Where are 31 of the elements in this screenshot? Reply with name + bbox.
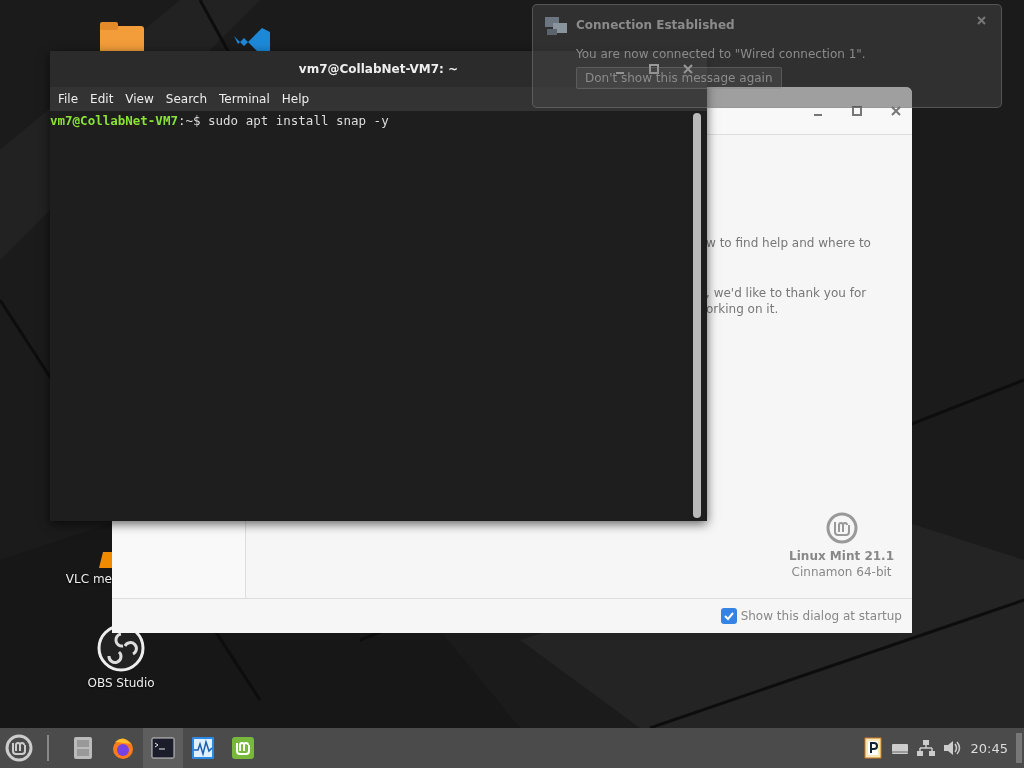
- menu-item[interactable]: Edit: [84, 92, 120, 106]
- clipboard-icon[interactable]: [862, 736, 883, 760]
- command-line: vm7@CollabNet-VM7:~$ sudo apt install snap -y: [50, 113, 390, 128]
- body-text: orking on it.: [706, 301, 779, 317]
- window-title: vm7@CollabNet-VM7: ~: [298, 62, 459, 76]
- icon-label[interactable]: OBS Studio: [87, 676, 155, 690]
- maximize-icon[interactable]: [851, 104, 863, 117]
- menu-item[interactable]: Terminal: [213, 92, 276, 106]
- close-icon[interactable]: [976, 15, 987, 26]
- scrollbar[interactable]: [693, 113, 701, 518]
- menu-item[interactable]: View: [119, 92, 160, 106]
- clock-text[interactable]: 20:45: [970, 740, 1008, 756]
- notification-text: You are now connected to "Wired connection 1".: [576, 47, 866, 61]
- checkbox[interactable]: [720, 608, 737, 624]
- menu-item[interactable]: File: [52, 92, 85, 106]
- volume-icon[interactable]: [942, 739, 961, 757]
- terminal-icon[interactable]: [143, 728, 183, 768]
- menu-icon[interactable]: [5, 734, 33, 762]
- network-icon[interactable]: [916, 739, 935, 757]
- menu-item[interactable]: Help: [275, 92, 316, 106]
- folder-icon[interactable]: [100, 22, 144, 51]
- menu-item[interactable]: Search: [159, 92, 214, 106]
- close-icon[interactable]: [890, 104, 902, 117]
- network-icon: [545, 15, 567, 35]
- logo-icon: [825, 512, 858, 544]
- icon-label[interactable]: VLC me: [65, 572, 112, 586]
- notification-title: Connection Established: [576, 18, 736, 32]
- body-text: w to find help and where to: [706, 235, 871, 251]
- version-text: Linux Mint 21.1: [789, 548, 894, 564]
- body-text: , we'd like to thank you for: [706, 285, 867, 301]
- edition-text: Cinnamon 64-bit: [791, 564, 892, 580]
